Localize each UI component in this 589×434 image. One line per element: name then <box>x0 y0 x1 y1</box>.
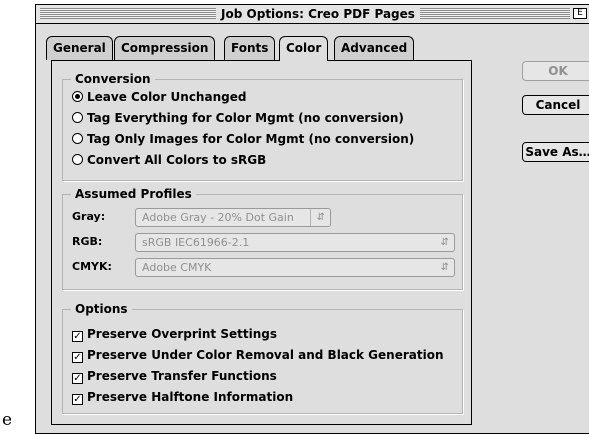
ok-button[interactable]: OK <box>522 61 589 81</box>
checkbox-label: Preserve Halftone Information <box>87 390 294 404</box>
checkbox-preserve-halftone[interactable]: ✓ Preserve Halftone Information <box>72 388 293 406</box>
radio-label: Convert All Colors to sRGB <box>87 153 267 167</box>
radio-label: Leave Color Unchanged <box>87 90 247 104</box>
popup-arrows-icon: ⇵ <box>440 262 449 273</box>
checkbox-preserve-overprint[interactable]: ✓ Preserve Overprint Settings <box>72 325 277 343</box>
checkbox-label: Preserve Overprint Settings <box>87 327 277 341</box>
zoom-box-icon[interactable]: E <box>573 8 587 19</box>
rgb-profile-select[interactable]: sRGB IEC61966-2.1 ⇵ <box>135 233 455 252</box>
popup-arrows-icon: ⇵ <box>309 209 325 226</box>
radio-label: Tag Everything for Color Mgmt (no conver… <box>87 111 404 125</box>
cmyk-profile-select[interactable]: Adobe CMYK ⇵ <box>135 258 455 277</box>
conversion-group-title: Conversion <box>71 71 155 87</box>
rgb-profile-value: sRGB IEC61966-2.1 <box>142 236 250 249</box>
radio-tag-only-images[interactable]: Tag Only Images for Color Mgmt (no conve… <box>72 130 414 148</box>
tab-advanced[interactable]: Advanced <box>334 36 415 60</box>
tab-fonts[interactable]: Fonts <box>224 36 276 60</box>
options-group-title: Options <box>71 301 132 317</box>
gray-profile-label: Gray: <box>72 210 106 223</box>
radio-button-icon <box>72 154 83 165</box>
checkbox-preserve-transfer[interactable]: ✓ Preserve Transfer Functions <box>72 367 277 385</box>
tab-compression[interactable]: Compression <box>114 36 216 60</box>
radio-tag-everything[interactable]: Tag Everything for Color Mgmt (no conver… <box>72 109 404 127</box>
radio-convert-to-srgb[interactable]: Convert All Colors to sRGB <box>72 151 266 169</box>
color-tab-panel: Conversion Leave Color Unchanged Tag Eve… <box>51 60 472 425</box>
tab-general[interactable]: General <box>46 36 113 60</box>
radio-leave-color-unchanged[interactable]: Leave Color Unchanged <box>72 88 246 106</box>
assumed-profiles-group-title: Assumed Profiles <box>71 186 196 202</box>
checkbox-preserve-ucr-bg[interactable]: ✓ Preserve Under Color Removal and Black … <box>72 346 444 364</box>
rgb-profile-label: RGB: <box>72 235 103 248</box>
radio-button-icon <box>72 133 83 144</box>
assumed-profiles-group: Assumed Profiles Gray: Adobe Gray - 20% … <box>62 186 463 290</box>
popup-arrows-icon: ⇵ <box>440 237 449 248</box>
cmyk-profile-value: Adobe CMYK <box>142 261 212 274</box>
window-title: Job Options: Creo PDF Pages <box>216 6 420 22</box>
title-bar-stripes-right <box>420 8 570 19</box>
save-as-button[interactable]: Save As… <box>522 142 589 162</box>
radio-label: Tag Only Images for Color Mgmt (no conve… <box>87 132 415 146</box>
conversion-group: Conversion Leave Color Unchanged Tag Eve… <box>62 71 463 181</box>
gray-profile-value: Adobe Gray - 20% Dot Gain <box>142 211 294 224</box>
checkbox-label: Preserve Transfer Functions <box>87 369 277 383</box>
checkbox-checked-icon: ✓ <box>72 352 83 363</box>
stray-text: e <box>2 410 13 430</box>
title-bar-stripes-left <box>40 8 216 19</box>
options-group: Options ✓ Preserve Overprint Settings ✓ Pr… <box>62 301 463 414</box>
title-bar[interactable]: Job Options: Creo PDF Pages E <box>36 5 589 24</box>
checkbox-checked-icon: ✓ <box>72 373 83 384</box>
tab-color[interactable]: Color <box>279 36 329 61</box>
checkbox-label: Preserve Under Color Removal and Black G… <box>87 348 444 362</box>
job-options-window: Job Options: Creo PDF Pages E General Co… <box>35 4 589 434</box>
checkbox-checked-icon: ✓ <box>72 394 83 405</box>
gray-profile-select[interactable]: Adobe Gray - 20% Dot Gain ⇵ <box>135 208 331 227</box>
radio-button-icon <box>72 91 83 102</box>
cancel-button[interactable]: Cancel <box>522 95 589 115</box>
cmyk-profile-label: CMYK: <box>72 260 112 273</box>
radio-button-icon <box>72 112 83 123</box>
checkbox-checked-icon: ✓ <box>72 331 83 342</box>
